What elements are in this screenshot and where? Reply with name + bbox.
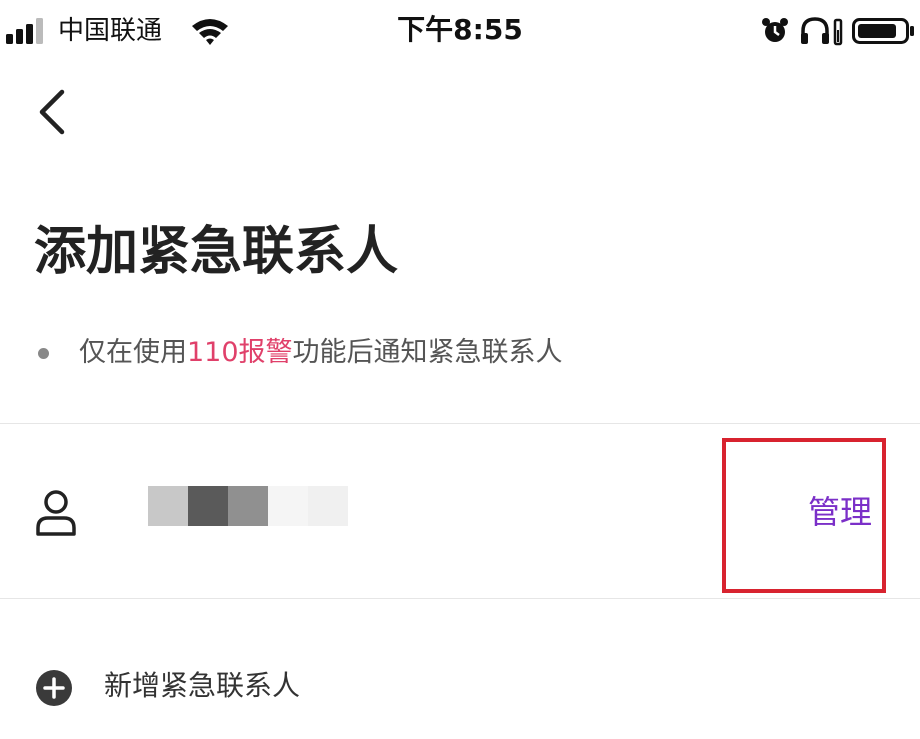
page-title: 添加紧急联系人	[34, 222, 399, 282]
divider	[0, 598, 920, 599]
contact-name-redacted	[148, 486, 348, 526]
back-button[interactable]	[26, 84, 82, 140]
chevron-left-icon	[39, 89, 65, 135]
contact-row: 管理	[0, 424, 920, 598]
headphones-icon	[801, 17, 843, 46]
person-icon	[36, 490, 76, 536]
notice-suffix: 功能后通知紧急联系人	[292, 337, 563, 368]
notice-highlight: 110报警	[187, 337, 293, 368]
annotation-highlight-box	[722, 438, 886, 593]
bullet-dot	[38, 347, 49, 359]
battery-icon	[852, 18, 914, 44]
alarm-icon	[762, 18, 788, 42]
notice-text: 仅在使用 110报警 功能后通知紧急联系人	[38, 334, 563, 372]
notice-prefix: 仅在使用	[79, 337, 187, 368]
add-contact-button[interactable]: 新增紧急联系人	[0, 640, 920, 730]
add-contact-label: 新增紧急联系人	[104, 669, 301, 702]
plus-circle-icon	[36, 670, 72, 706]
status-bar: 中国联通 下午8:55	[0, 0, 920, 64]
